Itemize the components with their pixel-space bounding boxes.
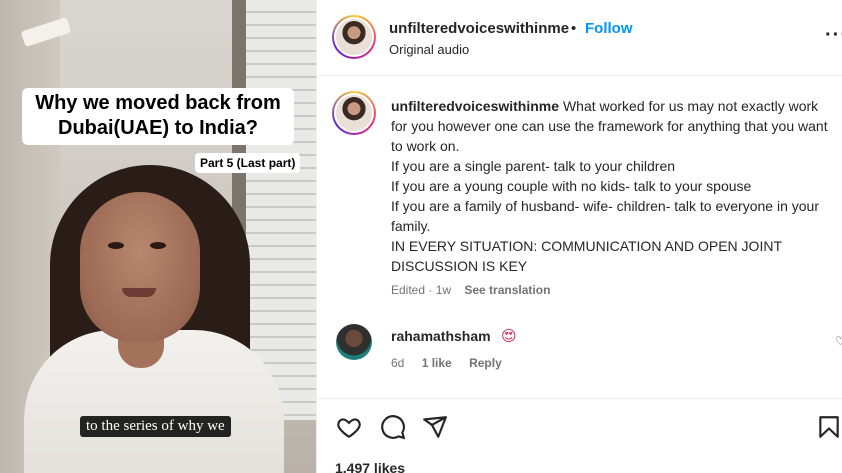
bookmark-icon[interactable] — [815, 413, 842, 441]
comment-text: 😍 — [501, 328, 517, 345]
reel-video[interactable]: Why we moved back from Dubai(UAE) to Ind… — [0, 0, 316, 473]
heart-icon[interactable] — [335, 413, 363, 441]
follow-button[interactable]: Follow — [585, 20, 633, 37]
comment-likes[interactable]: 1 like — [422, 356, 452, 370]
instagram-post-view: Why we moved back from Dubai(UAE) to Ind… — [0, 0, 842, 473]
caption-line-4: If you are a family of husband- wife- ch… — [391, 198, 819, 234]
post-details-panel: unfilteredvoiceswithinme • Follow Origin… — [316, 0, 842, 473]
comment-like-icon[interactable]: ♡ — [835, 334, 842, 348]
likes-count[interactable]: 1,497 likes — [335, 460, 405, 473]
comment-time: 6d — [391, 356, 405, 370]
comment-reply-button[interactable]: Reply — [469, 356, 502, 370]
post-header: unfilteredvoiceswithinme • Follow Origin… — [317, 0, 842, 76]
header-separator: • — [571, 20, 577, 37]
video-part-label: Part 5 (Last part) — [195, 153, 301, 173]
person-eye-right — [150, 242, 166, 249]
comment-meta: 6d 1 like Reply — [391, 356, 516, 370]
person-face — [80, 192, 200, 342]
more-options-icon[interactable]: ··· — [825, 24, 842, 47]
share-icon[interactable] — [421, 413, 449, 441]
caption-line-3: If you are a young couple with no kids- … — [391, 178, 752, 194]
video-subtitle: to the series of why we — [80, 416, 231, 437]
video-title-text: Why we moved back from Dubai(UAE) to Ind… — [35, 92, 281, 139]
caption-line-5: IN EVERY SITUATION: COMMUNICATION AND OP… — [391, 238, 782, 274]
commenter-avatar[interactable] — [336, 324, 372, 360]
video-title-overlay: Why we moved back from Dubai(UAE) to Ind… — [22, 88, 294, 145]
see-translation-link[interactable]: See translation — [464, 283, 550, 297]
person-eye-left — [108, 242, 124, 249]
caption-author-avatar[interactable] — [332, 91, 376, 135]
post-actions-bar: 1,497 likes — [317, 398, 842, 473]
comment-username[interactable]: rahamathsham — [391, 328, 491, 344]
author-avatar[interactable] — [332, 15, 376, 59]
caption-username[interactable]: unfilteredvoiceswithinme — [391, 98, 559, 114]
caption-meta: Edited · 1w See translation — [391, 283, 550, 297]
person-mouth — [122, 288, 156, 297]
caption-edited-time: Edited · 1w — [391, 283, 452, 297]
caption-line-2: If you are a single parent- talk to your… — [391, 158, 676, 174]
author-username[interactable]: unfilteredvoiceswithinme — [389, 20, 569, 37]
comment-icon[interactable] — [379, 413, 407, 441]
post-caption: unfilteredvoiceswithinme What worked for… — [391, 96, 837, 276]
audio-label[interactable]: Original audio — [389, 42, 469, 57]
